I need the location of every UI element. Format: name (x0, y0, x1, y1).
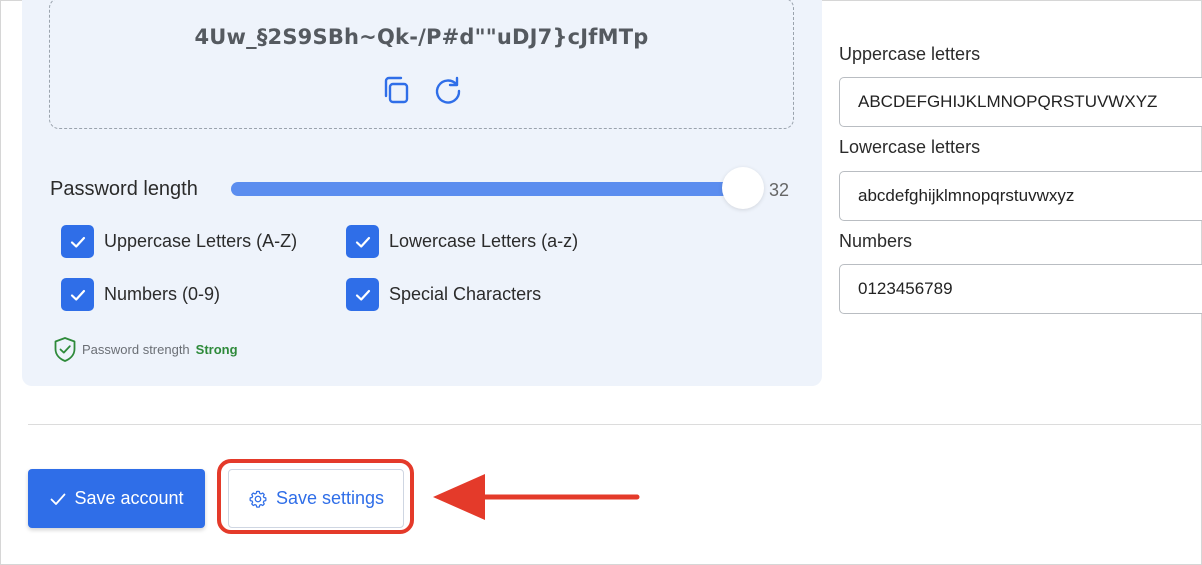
lowercase-label: Lowercase letters (839, 137, 981, 157)
save-account-button[interactable]: Save account (28, 469, 205, 528)
password-length-label: Password length (50, 178, 198, 200)
length-slider-thumb[interactable] (722, 167, 764, 209)
save-account-label: Save account (74, 488, 184, 508)
checkmark-icon (70, 236, 85, 248)
save-settings-label: Save settings (275, 488, 385, 508)
option-label: Numbers (0-9) (104, 284, 221, 304)
option-label: Lowercase Letters (a-z) (389, 231, 579, 251)
option-lowercase[interactable]: Lowercase Letters (a-z) (346, 225, 578, 258)
divider (28, 424, 1202, 425)
lowercase-charset-input[interactable] (839, 171, 1202, 221)
numbers-charset-input[interactable] (839, 264, 1202, 314)
option-label: Special Characters (389, 284, 542, 304)
check-icon (51, 493, 66, 505)
length-value: 32 (769, 180, 790, 200)
checkbox-lowercase[interactable] (346, 225, 379, 258)
option-special[interactable]: Special Characters (346, 278, 541, 311)
option-label: Uppercase Letters (A-Z) (104, 231, 298, 251)
length-slider-track[interactable] (231, 182, 743, 196)
numbers-label: Numbers (839, 231, 913, 251)
uppercase-label: Uppercase letters (839, 44, 981, 64)
gear-icon (249, 490, 267, 508)
checkbox-numbers[interactable] (61, 278, 94, 311)
password-strength: Password strength Strong (53, 336, 238, 363)
regenerate-icon[interactable] (433, 75, 463, 105)
checkmark-icon (355, 236, 370, 248)
generated-password: 4Uw_§2S9SBh~Qk-/P#d""uDJ7}cJfMTp (194, 25, 649, 49)
checkbox-special[interactable] (346, 278, 379, 311)
copy-icon[interactable] (381, 75, 411, 105)
checkbox-uppercase[interactable] (61, 225, 94, 258)
strength-value: Strong (195, 342, 238, 357)
checkmark-icon (355, 289, 370, 301)
save-settings-button[interactable]: Save settings (228, 469, 404, 528)
shield-check-icon (54, 337, 76, 362)
uppercase-charset-input[interactable] (839, 77, 1202, 127)
option-numbers[interactable]: Numbers (0-9) (61, 278, 220, 311)
checkmark-icon (70, 289, 85, 301)
annotation-arrow-icon (433, 474, 640, 520)
strength-label: Password strength (82, 342, 190, 357)
password-display: 4Uw_§2S9SBh~Qk-/P#d""uDJ7}cJfMTp (49, 0, 794, 129)
option-uppercase[interactable]: Uppercase Letters (A-Z) (61, 225, 297, 258)
